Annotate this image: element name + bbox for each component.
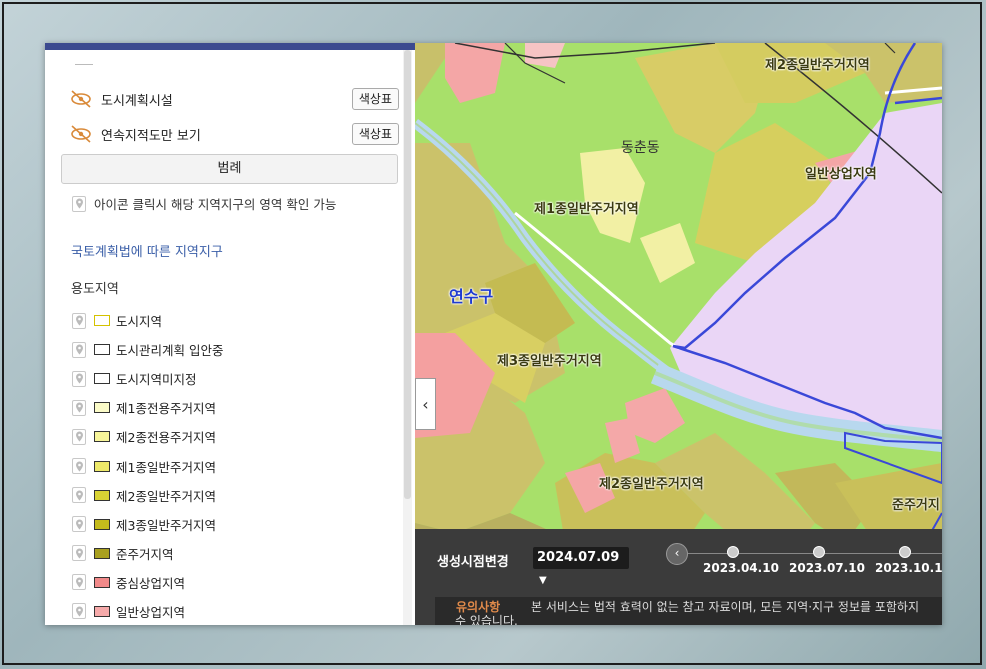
timeline-date[interactable]: 2023.07.10 [789,561,865,575]
legend-item-label: 도시지역미지정 [116,372,197,388]
legend-item-label: 제1종일반주거지역 [116,459,216,475]
chevron-down-icon: ▼ [539,575,547,586]
legend-item-label: 제3종일반주거지역 [116,517,216,533]
legend-item: 제2종일반주거지역 [72,481,223,510]
color-swatch [94,315,110,327]
map-label-zone: 제1종일반주거지역 [534,202,639,217]
scrollbar-thumb[interactable] [404,50,411,499]
legend-item-label: 중심상업지역 [116,575,186,591]
eye-hidden-icon[interactable] [69,124,93,144]
map-label-dong: 동춘동 [621,140,660,156]
color-swatch [94,576,110,588]
color-table-button[interactable]: 색상표 [351,123,399,145]
color-swatch [94,402,110,414]
pin-icon[interactable] [72,603,86,620]
color-swatch [94,373,110,385]
timeline-date[interactable]: 2023.10.10 [875,561,942,575]
pin-icon[interactable] [72,458,86,475]
notice-box: 유의사항 본 서비스는 법적 효력이 없는 참고 자료이며, 모든 지역·지구 … [435,597,942,625]
info-hint: 아이콘 클릭시 해당 지역지구의 영역 확인 가능 [72,194,336,213]
timeline-selected-date: 2024.07.09 [537,550,620,565]
color-swatch [94,431,110,443]
panel-collapse-button[interactable]: ‹ [415,378,436,430]
divider [75,64,93,65]
color-swatch [94,547,110,559]
color-swatch [94,518,110,530]
legend-item-label: 제2종전용주거지역 [116,430,216,446]
legend-item-label: 일반상업지역 [116,604,186,620]
info-text: 아이콘 클릭시 해당 지역지구의 영역 확인 가능 [94,197,337,212]
timeline-point[interactable] [727,546,739,558]
facility-row-cadastral-only[interactable]: 연속지적도만 보기 색상표 [69,122,399,146]
timeline-label: 생성시점변경 [437,555,509,570]
layer-panel: 도시계획시설 색상표 연속지적도만 보기 색상표 범례 아이콘 클릭시 해당 지 [45,43,415,625]
map-label-zone: 준주거지 [892,498,940,513]
pin-icon[interactable] [72,370,86,387]
legend-list: 도시지역도시관리계획 입안중도시지역미지정제1종전용주거지역제2종전용주거지역제… [72,306,223,625]
legend-item-label: 제2종일반주거지역 [116,488,216,504]
notice-text: 본 서비스는 법적 효력이 없는 참고 자료이며, 모든 지역·지구 정보를 포… [531,600,920,614]
facility-label: 연속지적도만 보기 [101,128,201,144]
pin-icon[interactable] [72,574,86,591]
pin-icon[interactable] [72,312,86,329]
chevron-left-icon[interactable]: ‹ [666,543,688,565]
map-label-zone: 제2종일반주거지역 [599,477,704,492]
pin-icon[interactable] [72,341,86,358]
legend-item-label: 도시관리계획 입안중 [116,343,224,359]
legend-item: 제3종일반주거지역 [72,510,223,539]
eye-hidden-icon[interactable] [69,89,93,109]
section-title: 국토계획법에 따른 지역지구 [71,245,223,260]
legend-item: 도시관리계획 입안중 [72,335,223,364]
map-label-zone: 제3종일반주거지역 [497,354,602,369]
color-table-button[interactable]: 색상표 [351,88,399,110]
pin-icon[interactable] [72,428,86,445]
color-swatch [94,489,110,501]
zoning-map[interactable]: 제2종일반주거지역 동춘동 일반상업지역 제1종일반주거지역 연수구 제3종일반… [415,43,942,625]
color-swatch [94,460,110,472]
map-label-district: 연수구 [449,287,494,306]
legend-item: 제1종일반주거지역 [72,451,223,480]
timeline-bar: 생성시점변경 2024.07.09 ▼ ‹ 2023.04.10 2023.07… [415,529,942,625]
legend-item-label: 도시지역 [116,314,163,330]
legend-item-label: 준주거지역 [116,546,174,562]
pin-icon[interactable] [72,545,86,562]
legend-item: 제2종전용주거지역 [72,422,223,451]
color-swatch [94,605,110,617]
map-label-zone: 일반상업지역 [805,167,877,182]
legend-item: 도시지역 [72,306,223,335]
map-label-zone: 제2종일반주거지역 [765,58,870,73]
chevron-left-icon: ‹ [422,394,429,414]
pin-icon[interactable] [72,487,86,504]
color-swatch [94,344,110,356]
legend-item: 제1종전용주거지역 [72,393,223,422]
facility-row-urban-planning[interactable]: 도시계획시설 색상표 [69,87,399,111]
timeline-point[interactable] [813,546,825,558]
pin-icon [72,195,86,212]
facility-label: 도시계획시설 [101,93,173,109]
notice-text-continued: 수 있습니다. [455,614,518,625]
legend-item: 도시지역미지정 [72,364,223,393]
legend-item-label: 제1종전용주거지역 [116,401,216,417]
pin-icon[interactable] [72,516,86,533]
timeline-date[interactable]: 2023.04.10 [703,561,779,575]
legend-item: 준주거지역 [72,539,223,568]
timeline-date-select[interactable]: 2024.07.09 ▼ [533,547,629,586]
legend-item: 일반상업지역 [72,597,223,625]
legend-button[interactable]: 범례 [61,154,398,184]
legend-item: 중심상업지역 [72,568,223,597]
subsection-title: 용도지역 [71,282,119,297]
app-window: 도시계획시설 색상표 연속지적도만 보기 색상표 범례 아이콘 클릭시 해당 지 [45,43,942,625]
pin-icon[interactable] [72,399,86,416]
timeline-point[interactable] [899,546,911,558]
